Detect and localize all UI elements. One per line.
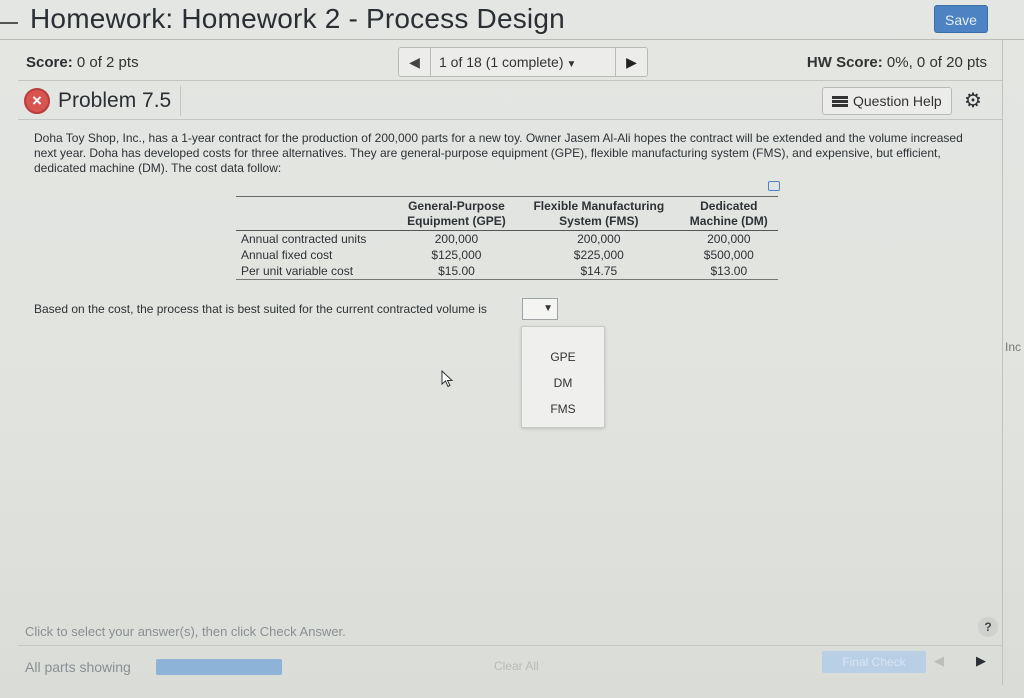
parts-showing-label: All parts showing [25, 659, 131, 675]
table-row: Per unit variable cost $15.00 $14.75 $13.00 [236, 263, 778, 280]
list-icon [832, 96, 848, 107]
question-help-label: Question Help [853, 93, 942, 109]
clear-all-button[interactable]: Clear All [494, 659, 539, 673]
caret-down-icon: ▼ [543, 303, 553, 314]
value-cell: 200,000 [577, 232, 621, 246]
value-cell: $500,000 [703, 248, 754, 262]
row-label-cell: Annual contracted units [241, 232, 367, 246]
value-cell: $125,000 [431, 248, 482, 262]
dropdown-option[interactable]: FMS [522, 402, 604, 416]
question-position: 1 of 18 (1 complete) [439, 54, 564, 70]
row-label-cell: Annual fixed cost [241, 248, 333, 262]
score-value: 0 of 2 pts [76, 54, 139, 71]
footer-instructions: Click to select your answer(s), then cli… [25, 624, 346, 639]
problem-title: Problem 7.5 [58, 89, 172, 112]
divider [180, 86, 181, 116]
question-help-button[interactable]: Question Help [822, 87, 952, 115]
mouse-cursor-icon [441, 370, 454, 388]
problem-description: Doha Toy Shop, Inc., has a 1-year contra… [34, 131, 963, 175]
chevron-left-icon: ◀ [409, 54, 420, 70]
dropdown-option[interactable]: GPE [522, 350, 604, 364]
cost-table-container: General-Purpose Equipment (GPE) Flexible M… [236, 196, 778, 280]
table-header-line: General-Purpose [408, 199, 505, 213]
caret-down-icon: ▼ [566, 59, 577, 70]
cost-table: General-Purpose Equipment (GPE) Flexible M… [236, 196, 778, 280]
answer-select[interactable]: ▼ [522, 298, 558, 320]
table-header-cell: General-Purpose Equipment (GPE) [394, 196, 519, 231]
table-header-line: Equipment (GPE) [407, 214, 506, 228]
score-bar: Score: 0 of 2 pts ◀ 1 of 18 (1 complete)… [18, 43, 1003, 81]
homework-score: HW Score: 0%, 0 of 20 pts [807, 54, 987, 71]
value-cell: 200,000 [707, 232, 751, 246]
question-selector[interactable]: 1 of 18 (1 complete) ▼ [439, 54, 576, 70]
value-cell: $14.75 [518, 263, 680, 280]
incorrect-x-icon: × [24, 88, 50, 114]
value-cell: $225,000 [573, 248, 624, 262]
save-button[interactable]: Save [934, 5, 988, 33]
answer-dropdown: GPE DM FMS [521, 326, 605, 428]
hw-score-value: 0%, 0 of 20 pts [886, 54, 987, 71]
question-score: Score: 0 of 2 pts [26, 54, 139, 71]
title-bar: Homework: Homework 2 - Process Design Sa… [0, 0, 1024, 40]
table-header-line: Machine (DM) [689, 214, 768, 228]
score-label: Score: [26, 54, 73, 71]
question-text: Based on the cost, the process that is b… [34, 302, 487, 316]
question-navigator: ◀ 1 of 18 (1 complete) ▼ ▶ [398, 47, 648, 77]
next-question-button[interactable]: ▶ [615, 48, 647, 76]
progress-fill [156, 659, 282, 675]
offscreen-text: Inc [1005, 340, 1022, 354]
value-cell: $13.00 [679, 263, 778, 280]
footer-next-button[interactable]: ▶ [976, 653, 986, 669]
copy-table-icon[interactable] [768, 181, 780, 191]
footer-previous-button[interactable]: ◀ [934, 653, 944, 669]
problem-header: × Problem 7.5 Question Help ⚙ [18, 84, 1003, 120]
previous-question-button[interactable]: ◀ [399, 48, 431, 76]
table-header-cell: Dedicated Machine (DM) [679, 196, 778, 231]
table-row: Annual fixed cost $125,000 $225,000 $500,00… [236, 247, 778, 263]
homework-title: Homework: Homework 2 - Process Design [30, 3, 565, 34]
gear-icon[interactable]: ⚙ [964, 90, 982, 112]
hw-score-label: HW Score: [806, 54, 883, 71]
help-button[interactable]: ? [978, 617, 998, 637]
table-body: Annual contracted units 200,000 200,000 200… [236, 231, 778, 280]
parts-progress-bar [156, 659, 282, 675]
table-header-cell: Flexible Manufacturing System (FMS) [518, 196, 680, 231]
content-right-border [1002, 40, 1003, 685]
table-header-line: Flexible Manufacturing [533, 199, 665, 213]
chevron-right-icon: ▶ [626, 54, 637, 70]
value-cell: $15.00 [394, 263, 519, 280]
row-label-cell: Per unit variable cost [236, 263, 395, 280]
table-header-line: System (FMS) [559, 214, 639, 228]
table-header-cell [236, 196, 395, 231]
value-cell: 200,000 [434, 232, 479, 246]
homework-page: Homework: Homework 2 - Process Design Sa… [0, 0, 1024, 698]
table-row: Annual contracted units 200,000 200,000 200… [236, 231, 778, 248]
final-check-button[interactable]: Final Check [822, 651, 926, 673]
table-header-row: General-Purpose Equipment (GPE) Flexible M… [236, 196, 778, 231]
footer-divider [18, 645, 1003, 646]
table-header-line: Dedicated [700, 199, 758, 213]
dropdown-option[interactable]: DM [522, 376, 604, 390]
